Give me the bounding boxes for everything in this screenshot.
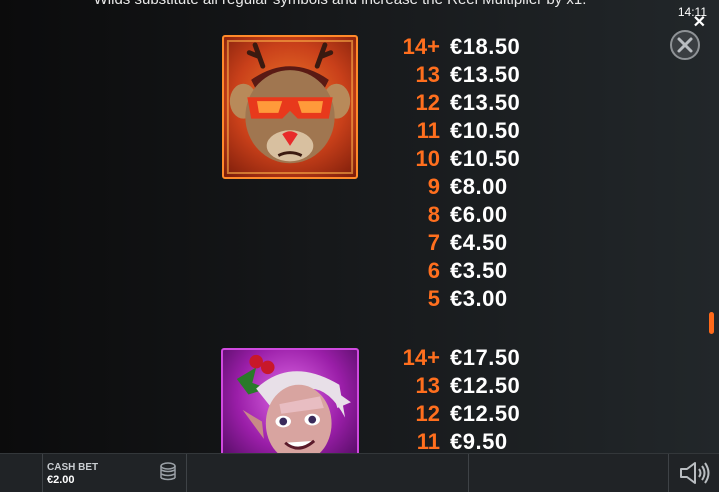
payout-amount: €17.50: [450, 345, 521, 370]
paytable-row: 11 €10.50: [384, 117, 520, 145]
paytable-row: 11 €9.50: [384, 428, 520, 456]
symbol-count: 8: [427, 202, 440, 227]
bottom-bar: CASH BET €2.00: [0, 453, 719, 492]
payout-amount: €3.50: [450, 258, 508, 283]
symbol-count: 5: [427, 286, 440, 311]
symbol-count: 12: [415, 90, 440, 115]
paytable-row: 8 €6.00: [384, 201, 520, 229]
divider: [42, 454, 43, 492]
symbol-count: 9: [427, 174, 440, 199]
payout-amount: €13.50: [450, 62, 521, 87]
cash-bet-value: €2.00: [47, 474, 75, 486]
symbol-count: 12: [415, 401, 440, 426]
close-button[interactable]: [670, 30, 700, 60]
scrollbar[interactable]: [709, 0, 714, 453]
reindeer-symbol-icon: [222, 35, 358, 179]
symbol-count: 14+: [402, 345, 440, 370]
payout-amount: €9.50: [450, 429, 508, 454]
payout-amount: €13.50: [450, 90, 521, 115]
paytable-row: 13 €12.50: [384, 372, 520, 400]
elf-symbol-icon: [221, 348, 359, 468]
payout-amount: €12.50: [450, 373, 521, 398]
paytable-row: 12 €13.50: [384, 89, 520, 117]
payout-amount: €3.00: [450, 286, 508, 311]
paytable-elf: 14+ €17.50 13 €12.50 12 €12.50 11 €9.50: [384, 344, 520, 456]
symbol-count: 11: [416, 118, 440, 143]
symbol-count: 11: [416, 429, 440, 454]
paytable-row: 13 €13.50: [384, 61, 520, 89]
coins-icon[interactable]: [158, 462, 178, 484]
paytable-row: 10 €10.50: [384, 145, 520, 173]
symbol-count: 7: [427, 230, 440, 255]
payout-amount: €18.50: [450, 34, 521, 59]
paytable-reindeer: 14+ €18.50 13 €13.50 12 €13.50 11 €10.50 10 €…: [384, 33, 520, 313]
payout-amount: €4.50: [450, 230, 508, 255]
divider: [186, 454, 187, 492]
payout-amount: €6.00: [450, 202, 508, 227]
intro-text: Wilds substitute all regular symbols and…: [0, 0, 680, 8]
payout-amount: €10.50: [450, 146, 521, 171]
symbol-count: 10: [415, 146, 440, 171]
paytable-row: 5 €3.00: [384, 285, 520, 313]
symbol-count: 14+: [402, 34, 440, 59]
payout-amount: €10.50: [450, 118, 521, 143]
divider: [668, 454, 669, 492]
close-small-icon[interactable]: ✕: [693, 12, 706, 32]
paytable-row: 6 €3.50: [384, 257, 520, 285]
close-icon: [677, 37, 693, 53]
symbol-count: 13: [415, 373, 440, 398]
symbol-count: 13: [415, 62, 440, 87]
speaker-icon[interactable]: [678, 460, 712, 486]
paytable-row: 14+ €17.50: [384, 344, 520, 372]
symbol-count: 6: [427, 258, 440, 283]
paytable-row: 12 €12.50: [384, 400, 520, 428]
paytable-row: 14+ €18.50: [384, 33, 520, 61]
cash-bet-label: CASH BET: [47, 462, 99, 473]
payout-amount: €8.00: [450, 174, 508, 199]
paytable-row: 7 €4.50: [384, 229, 520, 257]
scrollbar-thumb[interactable]: [709, 312, 714, 334]
payout-amount: €12.50: [450, 401, 521, 426]
paytable-row: 9 €8.00: [384, 173, 520, 201]
divider: [468, 454, 469, 492]
